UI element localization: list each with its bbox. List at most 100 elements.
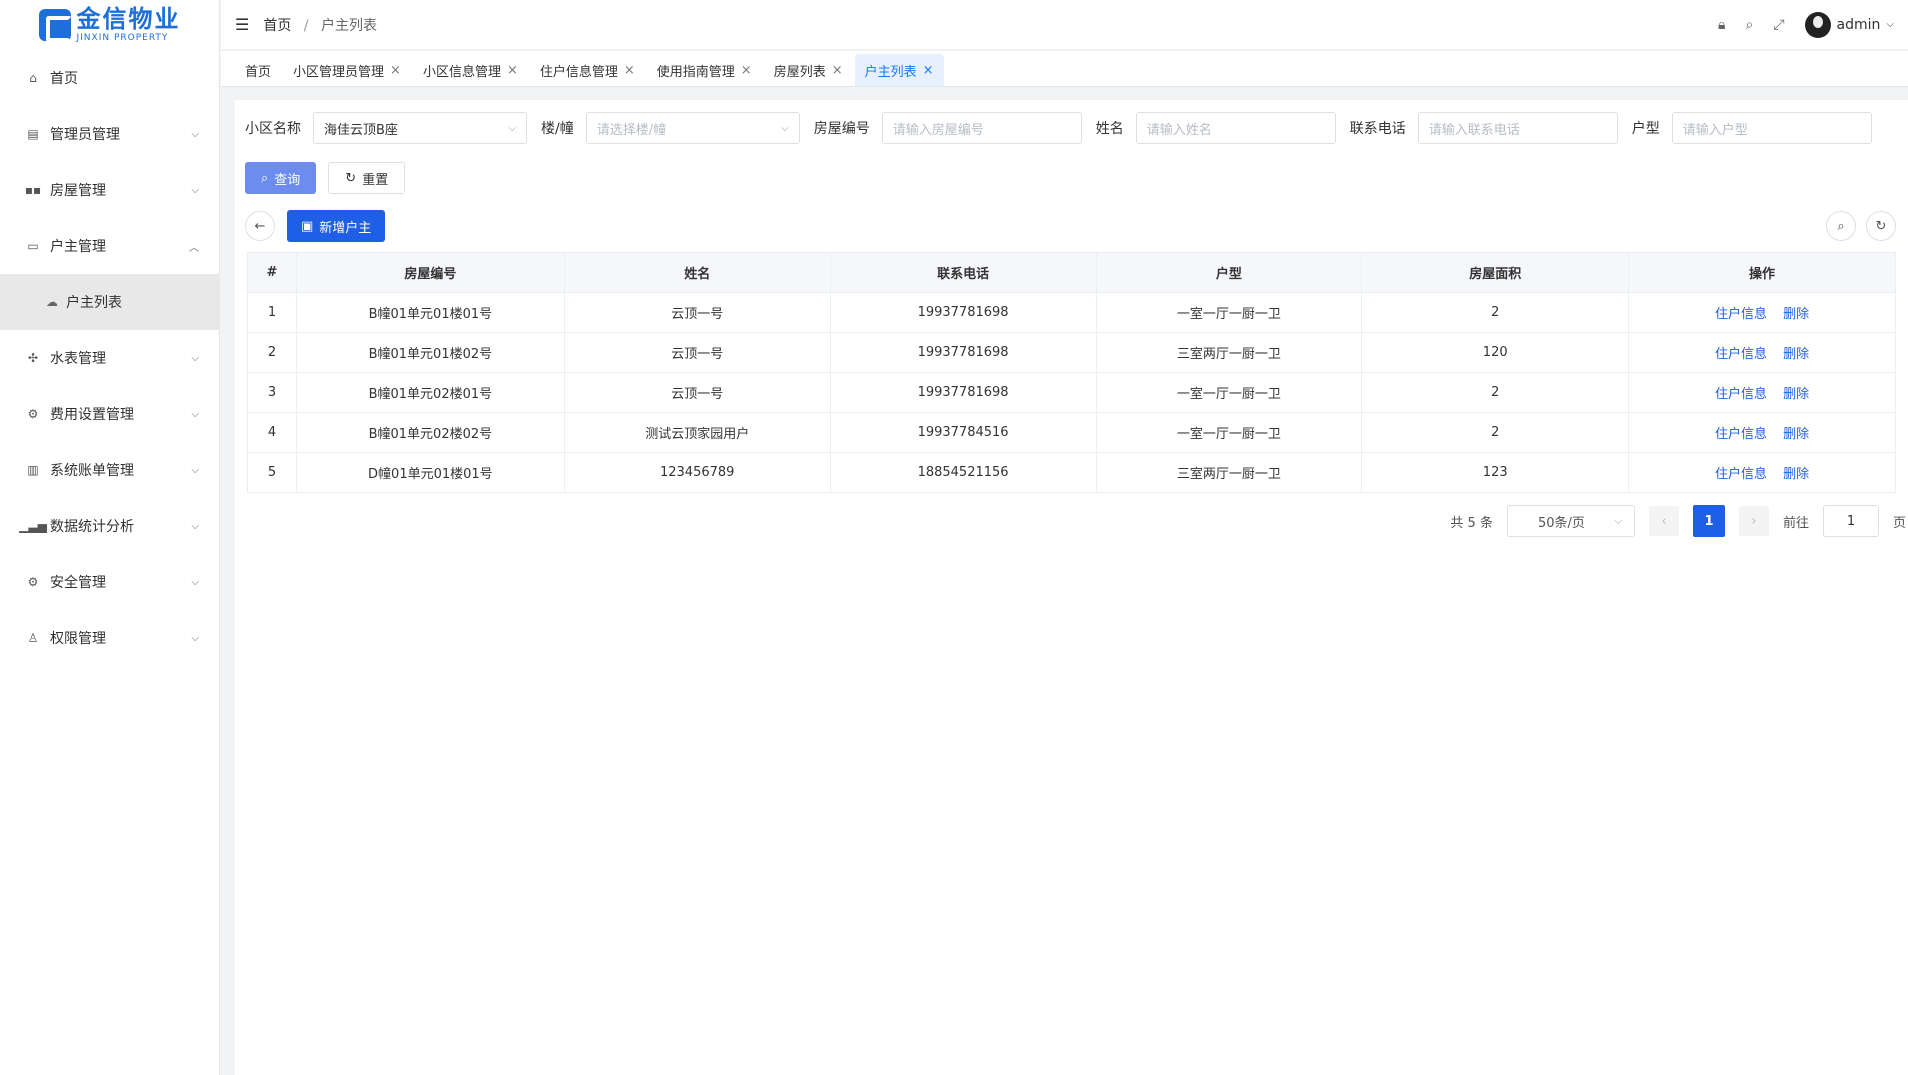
- delete-link[interactable]: 删除: [1783, 427, 1809, 442]
- sidebar-item-admin[interactable]: ▤ 管理员管理 ⌵: [0, 106, 219, 162]
- search-icon: ⌕: [261, 170, 269, 186]
- community-select-value: 海佳云顶B座: [324, 122, 398, 138]
- tab-guide[interactable]: 使用指南管理 ×: [647, 54, 762, 86]
- community-label: 小区名称: [245, 121, 301, 137]
- sidebar-item-bill[interactable]: ▥ 系统账单管理 ⌵: [0, 442, 219, 498]
- tab-owner-list[interactable]: 户主列表 ×: [854, 54, 944, 86]
- delete-link[interactable]: 删除: [1783, 467, 1809, 482]
- sidebar-item-house[interactable]: ▪▪ 房屋管理 ⌵: [0, 162, 219, 218]
- sidebar-item-label: 管理员管理: [50, 127, 120, 143]
- cell-type: 三室两厅一厨一卫: [1095, 332, 1363, 373]
- search-icon: ⌕: [1837, 218, 1845, 234]
- prev-page-button[interactable]: ‹: [1648, 506, 1679, 536]
- cell-actions: 住户信息 删除: [1628, 452, 1896, 493]
- cell-name: 123456789: [563, 452, 831, 493]
- resident-info-link[interactable]: 住户信息: [1715, 387, 1767, 402]
- page-size-select[interactable]: 50条/页 ⌵: [1506, 505, 1635, 537]
- close-icon[interactable]: ×: [832, 63, 843, 78]
- filter-bar: 小区名称 海佳云顶B座 ⌵ 楼/幢 请选择楼/幢 ⌵ 房屋编号 请输入房屋编号 …: [245, 112, 1886, 144]
- sidebar-item-permission[interactable]: ♙ 权限管理 ⌵: [0, 610, 219, 666]
- sidebar-item-owner[interactable]: ▭ 户主管理 ︿: [0, 218, 219, 274]
- chevron-down-icon: ⌵: [508, 122, 516, 134]
- top-header: ☰ 首页 / 户主列表 🔒︎ ⌕ ⤢ admin ⌵: [221, 0, 1908, 50]
- table-refresh-button[interactable]: ↻: [1866, 211, 1896, 241]
- building-select[interactable]: 请选择楼/幢 ⌵: [585, 112, 800, 144]
- chevron-right-icon: ›: [1751, 513, 1757, 529]
- monitor-icon: ▭: [27, 239, 39, 253]
- close-icon[interactable]: ×: [624, 63, 635, 78]
- type-label: 户型: [1631, 121, 1660, 137]
- cell-name: 云顶一号: [563, 372, 831, 413]
- tab-label: 住户信息管理: [539, 64, 618, 80]
- chevron-down-icon: ⌵: [1614, 515, 1622, 527]
- tab-label: 小区信息管理: [422, 64, 501, 80]
- sidebar-menu: ⌂ 首页 ▤ 管理员管理 ⌵ ▪▪ 房屋管理 ⌵ ▭ 户主管理 ︿ ☁ 户主列表…: [0, 50, 219, 666]
- table-search-button[interactable]: ⌕: [1826, 211, 1856, 241]
- cell-index: 4: [247, 412, 297, 453]
- cell-phone: 19937781698: [829, 292, 1097, 333]
- cell-type: 一室一厅一厨一卫: [1095, 412, 1363, 453]
- cell-index: 5: [247, 452, 297, 493]
- sidebar-item-fee[interactable]: ⚙ 费用设置管理 ⌵: [0, 386, 219, 442]
- sidebar-subitem-owner-list[interactable]: ☁ 户主列表: [0, 274, 219, 330]
- cell-name: 云顶一号: [563, 332, 831, 373]
- logo[interactable]: 金信物业 JINXIN PROPERTY: [0, 0, 219, 50]
- delete-link[interactable]: 删除: [1783, 347, 1809, 362]
- delete-link[interactable]: 删除: [1783, 387, 1809, 402]
- sidebar-item-stats[interactable]: ▁▃▅ 数据统计分析 ⌵: [0, 498, 219, 554]
- total-count: 共 5 条: [1450, 515, 1493, 531]
- delete-link[interactable]: 删除: [1783, 307, 1809, 322]
- community-select[interactable]: 海佳云顶B座 ⌵: [313, 112, 527, 144]
- resident-info-link[interactable]: 住户信息: [1715, 427, 1767, 442]
- resident-info-link[interactable]: 住户信息: [1715, 347, 1767, 362]
- resident-info-link[interactable]: 住户信息: [1715, 307, 1767, 322]
- type-input[interactable]: 请输入户型: [1671, 112, 1872, 144]
- close-icon[interactable]: ×: [923, 63, 934, 78]
- gear-icon: ⚙: [27, 575, 39, 589]
- close-icon[interactable]: ×: [390, 63, 401, 78]
- goto-page-input[interactable]: 1: [1822, 505, 1879, 537]
- refresh-icon: ↻: [1875, 218, 1887, 234]
- cell-name: 测试云顶家园用户: [563, 412, 831, 453]
- breadcrumb: 首页 / 户主列表: [263, 15, 377, 35]
- sidebar-item-home[interactable]: ⌂ 首页: [0, 50, 219, 106]
- back-button[interactable]: ←: [245, 211, 275, 241]
- house-no-input[interactable]: 请输入房屋编号: [881, 112, 1082, 144]
- query-button[interactable]: ⌕ 查询: [245, 162, 317, 194]
- tab-community-admin[interactable]: 小区管理员管理 ×: [283, 54, 411, 86]
- chevron-down-icon: ⌵: [191, 408, 199, 420]
- tab-label: 户主列表: [864, 64, 917, 80]
- fullscreen-icon[interactable]: ⤢: [1773, 17, 1784, 33]
- sidebar-item-security[interactable]: ⚙ 安全管理 ⌵: [0, 554, 219, 610]
- sidebar-item-water[interactable]: ✣ 水表管理 ⌵: [0, 330, 219, 386]
- grid-icon: ▪▪: [24, 183, 42, 197]
- logo-title: 金信物业: [76, 5, 181, 33]
- lock-icon[interactable]: 🔒︎: [1718, 17, 1725, 33]
- breadcrumb-home[interactable]: 首页: [263, 18, 291, 34]
- cell-area: 123: [1361, 452, 1630, 493]
- reset-button[interactable]: ↻ 重置: [328, 162, 406, 194]
- close-icon[interactable]: ×: [741, 63, 752, 78]
- phone-label: 联系电话: [1349, 121, 1406, 137]
- tab-home[interactable]: 首页: [235, 54, 281, 86]
- cell-house: B幢01单元01楼01号: [295, 292, 565, 333]
- search-icon[interactable]: ⌕: [1745, 17, 1753, 33]
- resident-info-link[interactable]: 住户信息: [1715, 467, 1767, 482]
- tab-house-list[interactable]: 房屋列表 ×: [764, 54, 853, 86]
- cell-actions: 住户信息 删除: [1628, 332, 1896, 373]
- owner-table: # 房屋编号 姓名 联系电话 户型 房屋面积 操作 1 B幢01单元01楼01号…: [247, 252, 1896, 493]
- tab-community-info[interactable]: 小区信息管理 ×: [413, 54, 528, 86]
- name-input[interactable]: 请输入姓名: [1135, 112, 1336, 144]
- chevron-down-icon: ⌵: [191, 576, 199, 588]
- page-number-current[interactable]: 1: [1692, 505, 1725, 537]
- close-icon[interactable]: ×: [507, 63, 518, 78]
- document-icon: ▤: [27, 127, 39, 141]
- phone-input[interactable]: 请输入联系电话: [1417, 112, 1618, 144]
- page-suffix-label: 页: [1892, 515, 1906, 531]
- cell-phone: 19937784516: [829, 412, 1097, 453]
- tab-resident-info[interactable]: 住户信息管理 ×: [530, 54, 645, 86]
- hamburger-icon[interactable]: ☰: [235, 15, 249, 34]
- next-page-button[interactable]: ›: [1738, 506, 1769, 536]
- user-menu[interactable]: admin ⌵: [1804, 11, 1894, 38]
- add-owner-button[interactable]: ▣ 新增户主: [287, 210, 386, 242]
